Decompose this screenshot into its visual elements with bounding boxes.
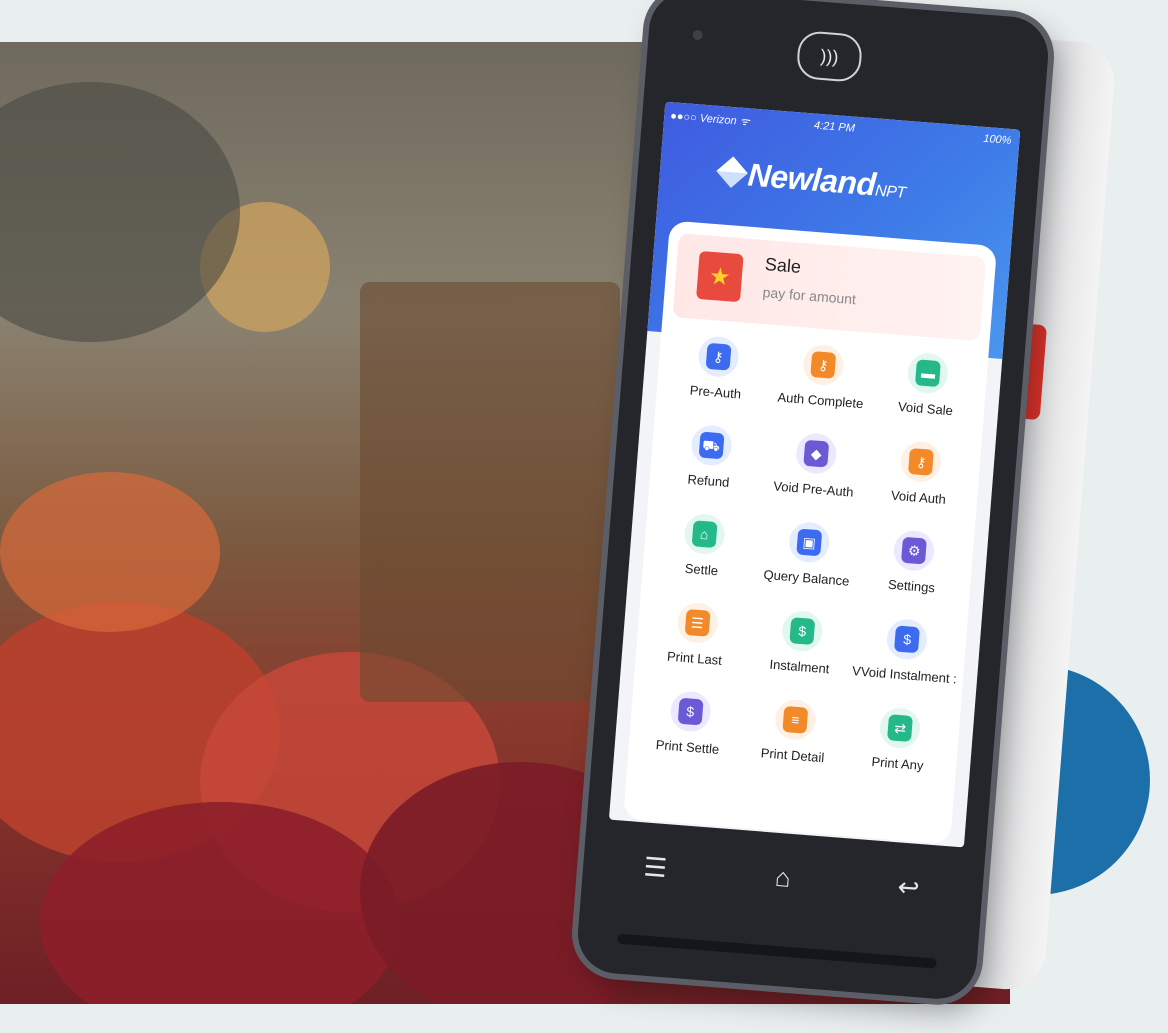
brand-suffix: NPT [874,182,907,202]
menu-item-vvoid-instalment[interactable]: $ VVoid Instalment : [851,615,961,686]
icon-glyph: ⚷ [810,351,837,379]
menu-item-pre-auth[interactable]: ⚷ Pre-Auth [662,333,772,404]
icon-glyph: ⚷ [908,448,935,476]
menu-item-settings[interactable]: ⚙ Settings [858,527,968,598]
printer-slot [617,933,938,969]
menu-item-label: Settle [684,560,719,579]
function-grid: ⚷ Pre-Auth ⚷ Auth Complete ▬ Void Sale ⛟ Refund… [634,333,982,776]
icon-glyph: ◆ [803,439,830,468]
menu-item-label: Print Any [871,753,925,774]
icon-glyph: ☰ [684,608,711,637]
icon-glyph: ≡ [782,705,809,734]
icon-glyph: ▣ [796,528,823,557]
menu-item-auth-complete[interactable]: ⚷ Auth Complete [767,341,877,412]
menu-item-refund[interactable]: ⛟ Refund [655,421,765,492]
pos-terminal: ))) ●●○○ Verizon ᯤ 4:21 PM 100% NewlandN… [573,0,1168,1033]
icon-glyph: ⚙ [901,536,928,565]
nav-bar: ☰ ⌂ ↩ [602,833,962,931]
front-camera [692,29,704,41]
icon-glyph: ⇄ [887,714,914,743]
document-icon: $ [885,617,929,661]
menu-item-label: Query Balance [763,566,850,589]
document-icon: $ [780,609,824,653]
menu-item-label: Pre-Auth [689,382,742,402]
card-void-icon: ▬ [906,351,950,395]
icon-glyph: ▬ [915,359,942,388]
cart-icon: ⛟ [689,423,733,467]
logo-mark-icon [716,156,748,188]
menu-item-print-detail[interactable]: ≡ Print Detail [739,696,849,767]
wallet-icon: ▣ [787,520,831,564]
menu-item-label: Auth Complete [776,389,864,412]
home-icon[interactable]: ⌂ [761,856,804,899]
sale-subtitle: pay for amount [762,283,857,308]
receipt-icon: ☰ [675,601,719,645]
shuffle-icon: ⇄ [878,706,922,750]
menu-item-label: Instalment [769,656,830,677]
shopping-bag-icon: ★ [696,250,744,303]
menu-item-void-auth[interactable]: ⚷ Void Auth [865,438,975,509]
key-card-icon: ⚷ [899,440,943,484]
icon-glyph: ⌂ [691,520,718,549]
menu-item-print-last[interactable]: ☰ Print Last [641,599,751,670]
menu-item-settle[interactable]: ⌂ Settle [648,510,758,581]
icon-glyph: ⛟ [698,431,725,460]
menu-item-label: Void Sale [897,398,954,419]
key-card-icon: ⚷ [696,335,740,379]
menu-item-print-any[interactable]: ⇄ Print Any [844,704,954,775]
printer-icon: $ [668,690,712,734]
menu-item-label: Settings [887,576,936,596]
battery-indicator: 100% [982,132,1012,147]
menu-item-instalment[interactable]: $ Instalment [746,607,856,678]
icon-glyph: $ [894,625,921,654]
basket-icon: ⌂ [682,512,726,556]
gear-icon: ⚙ [892,529,936,573]
menu-item-label: VVoid Instalment : [851,663,958,687]
menu-item-label: Print Settle [655,736,720,757]
menu-item-label: Void Pre-Auth [772,478,855,500]
menu-item-label: Print Detail [760,745,825,766]
sale-title: Sale [764,254,802,277]
menu-item-label: Refund [686,471,730,490]
menu-item-query-balance[interactable]: ▣ Query Balance [753,518,863,589]
shield-icon: ◆ [794,432,838,476]
menu-item-void-pre-auth[interactable]: ◆ Void Pre-Auth [760,430,870,501]
back-icon[interactable]: ↩ [887,866,930,909]
printer-icon: ≡ [773,698,817,742]
sale-button[interactable]: ★ Sale pay for amount [672,233,987,342]
icon-glyph: $ [789,617,816,646]
clock: 4:21 PM [813,119,856,135]
menu-card: ★ Sale pay for amount ⚷ Pre-Auth ⚷ Auth Com… [623,220,998,845]
terminal-screen: ●●○○ Verizon ᯤ 4:21 PM 100% NewlandNPT ★… [608,101,1021,848]
icon-glyph: ⚷ [705,342,732,371]
key-card-icon: ⚷ [801,343,845,387]
menu-item-void-sale[interactable]: ▬ Void Sale [872,349,982,420]
icon-glyph: $ [677,697,704,726]
menu-item-label: Void Auth [890,487,947,507]
contactless-icon: ))) [795,30,864,83]
device-shell: ))) ●●○○ Verizon ᯤ 4:21 PM 100% NewlandN… [574,0,1052,1002]
menu-icon[interactable]: ☰ [634,846,677,889]
menu-item-print-settle[interactable]: $ Print Settle [634,688,744,759]
menu-item-label: Print Last [666,648,723,668]
